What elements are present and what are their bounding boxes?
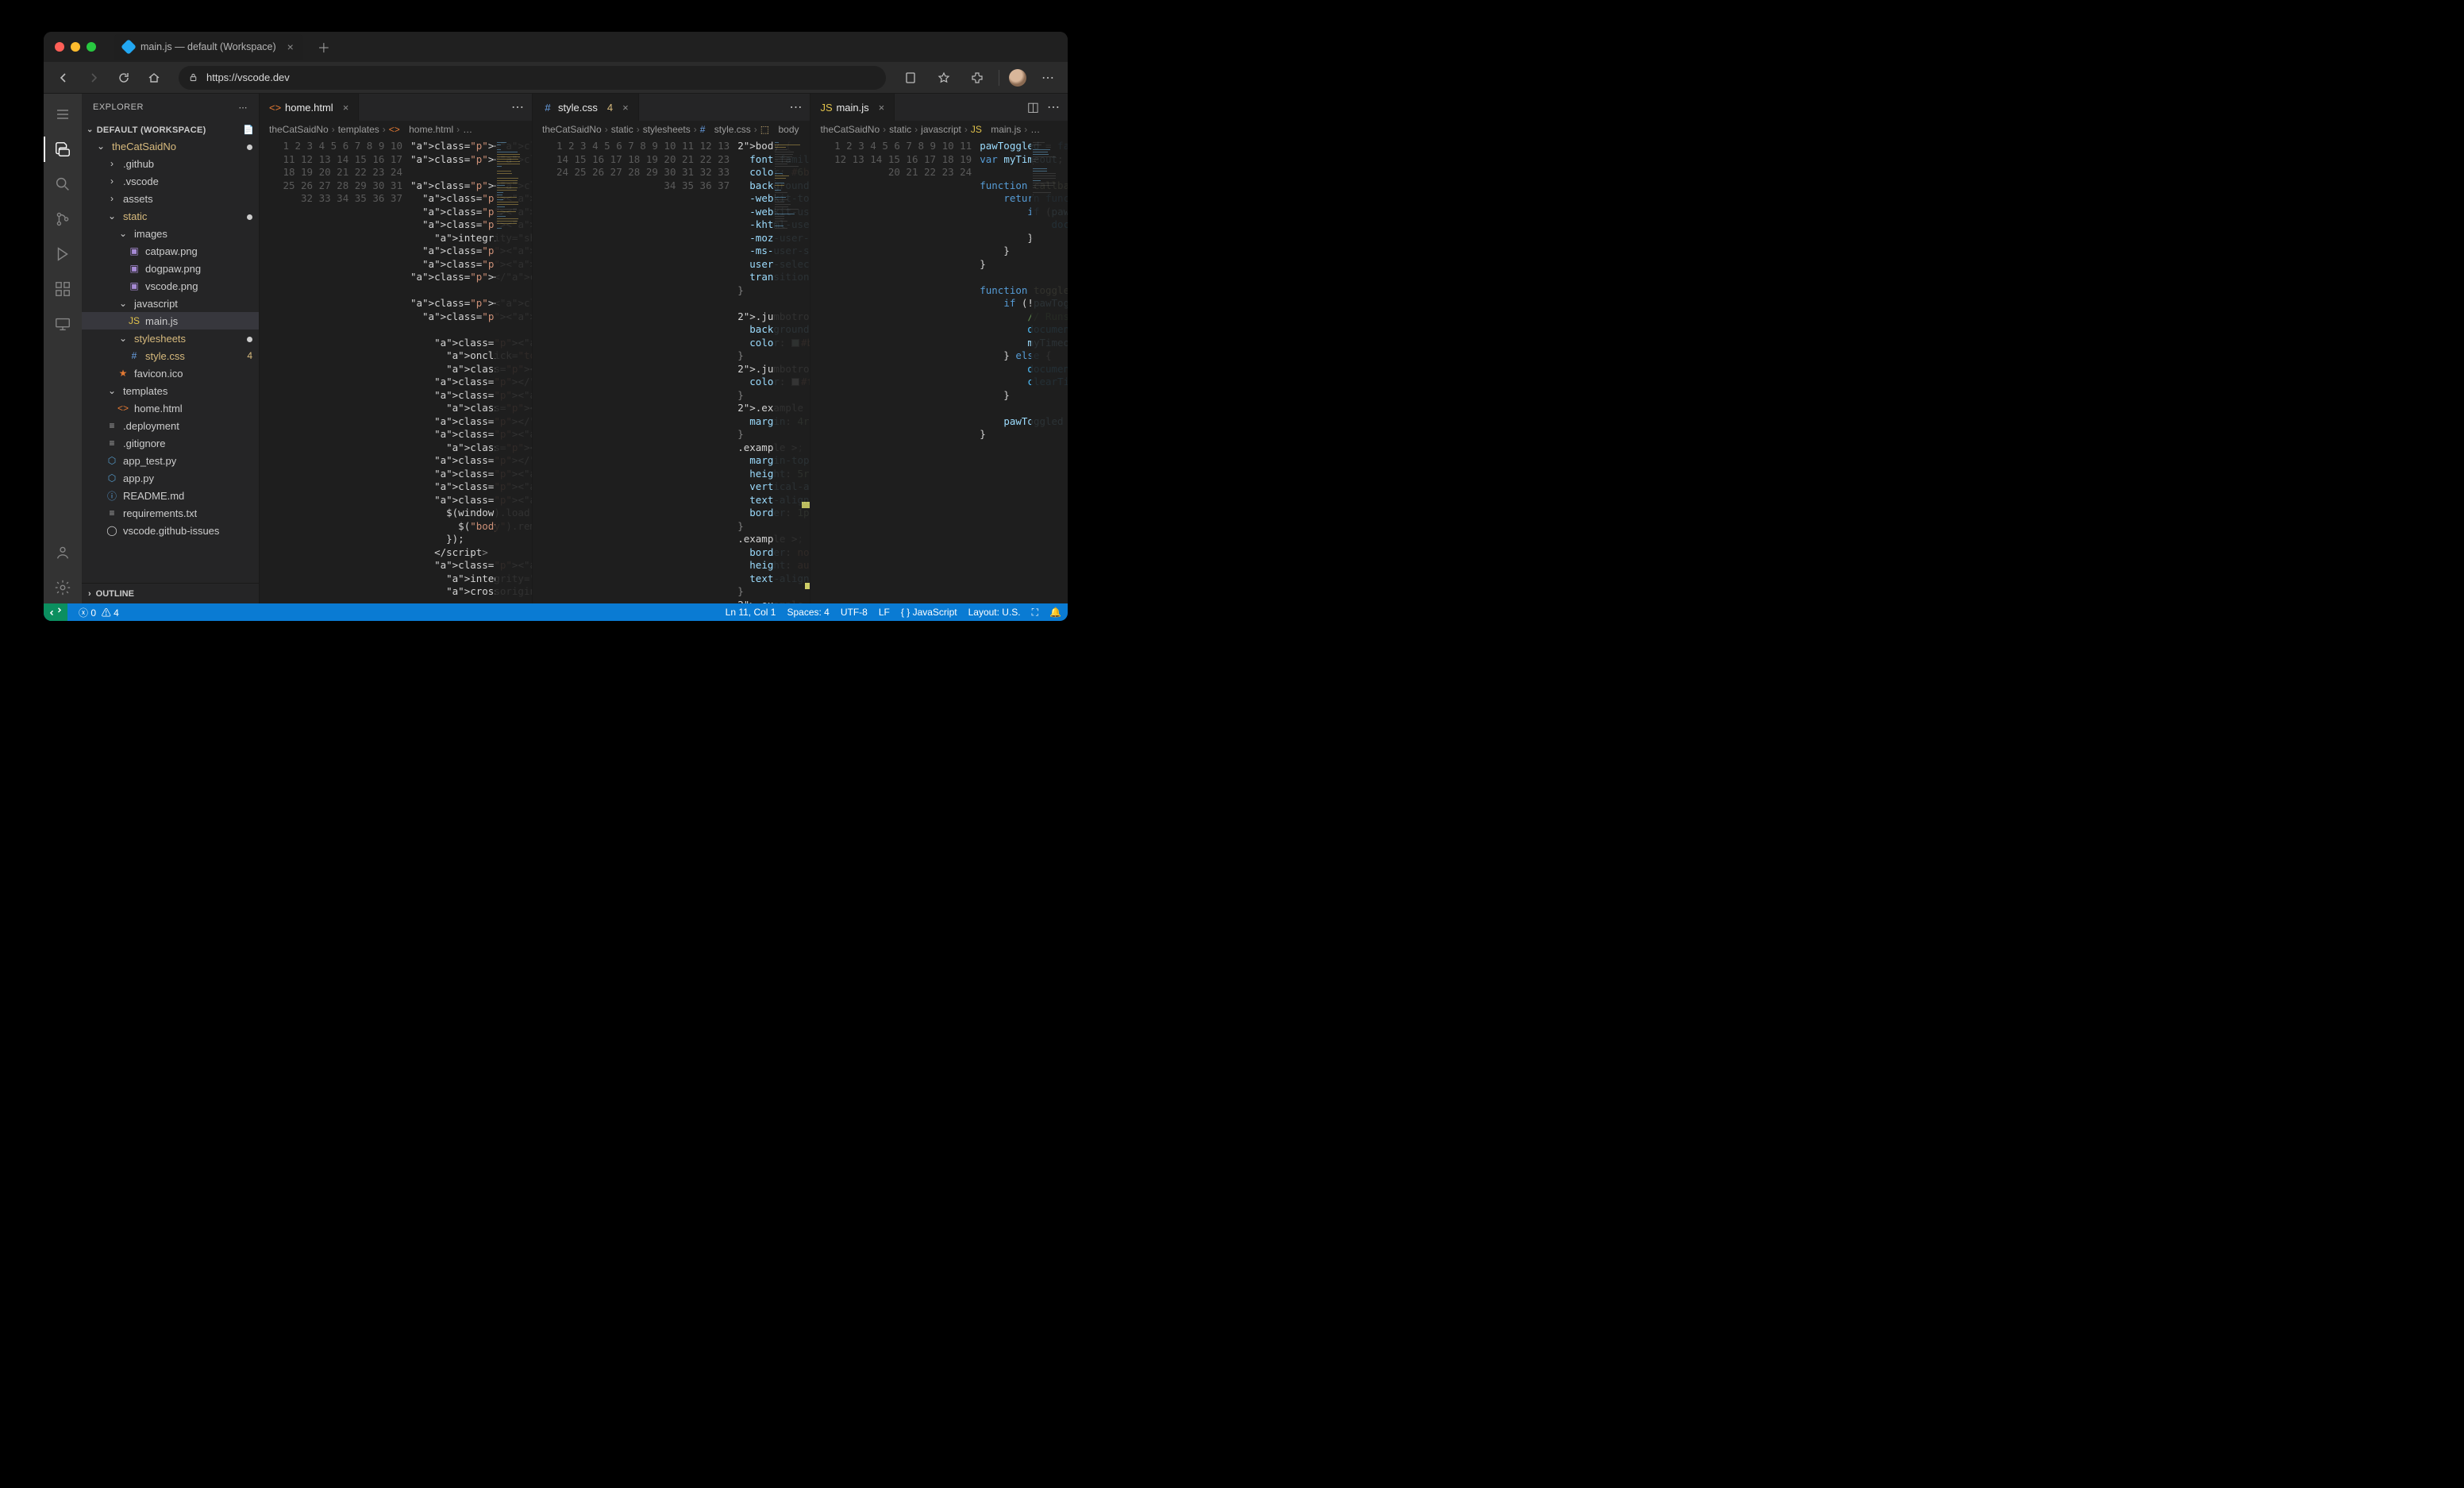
remote-explorer-icon[interactable]	[44, 308, 82, 340]
status-layout[interactable]: Layout: U.S.	[968, 607, 1021, 618]
favorite-icon[interactable]	[932, 66, 956, 90]
traffic-lights	[52, 42, 96, 52]
status-eol[interactable]: LF	[879, 607, 890, 618]
remote-indicator[interactable]	[44, 603, 67, 621]
warning-icon: ⚠	[102, 607, 111, 619]
minimap[interactable]	[773, 138, 810, 603]
editor-group-2: #style.css4× ⋯ theCatSaidNo› static› sty…	[533, 94, 810, 603]
editor-area: <>home.html× ⋯ theCatSaidNo› templates› …	[260, 94, 1068, 603]
file-readme[interactable]: ⓘREADME.md	[82, 487, 259, 504]
profile-avatar[interactable]	[1009, 69, 1026, 87]
status-bar: ⓧ 0 ⚠ 4 Ln 11, Col 1 Spaces: 4 UTF-8 LF …	[44, 603, 1068, 621]
status-problems[interactable]: ⓧ 0 ⚠ 4	[79, 606, 119, 619]
file-deployment[interactable]: ≡.deployment	[82, 417, 259, 434]
app-icon[interactable]	[899, 66, 922, 90]
group-more-icon[interactable]: ⋯	[1047, 99, 1060, 115]
workspace-header[interactable]: ⌄ DEFAULT (WORKSPACE) 📄	[82, 122, 259, 137]
explorer-icon[interactable]	[44, 133, 82, 165]
folder-vscode[interactable]: ›.vscode	[82, 172, 259, 190]
new-tab-button[interactable]: ＋	[318, 37, 330, 56]
home-button[interactable]	[142, 66, 166, 90]
window-titlebar: main.js — default (Workspace) × ＋	[44, 32, 1068, 62]
folder-github[interactable]: ›.github	[82, 155, 259, 172]
file-vscodepng[interactable]: ▣vscode.png	[82, 277, 259, 295]
file-dogpaw[interactable]: ▣dogpaw.png	[82, 260, 259, 277]
reload-button[interactable]	[112, 66, 136, 90]
file-requirements[interactable]: ≡requirements.txt	[82, 504, 259, 522]
tab-main-js[interactable]: JSmain.js×	[810, 94, 895, 121]
extensions-toolbar-icon[interactable]	[965, 66, 989, 90]
back-button[interactable]	[52, 66, 75, 90]
editor-group-3: JSmain.js× ◫ ⋯ theCatSaidNo› static› java…	[810, 94, 1068, 603]
folder-templates[interactable]: ⌄templates	[82, 382, 259, 399]
error-icon: ⓧ	[79, 607, 88, 619]
file-homehtml[interactable]: <>home.html	[82, 399, 259, 417]
lock-icon	[188, 72, 198, 83]
code-editor-2[interactable]: 1 2 3 4 5 6 7 8 9 10 11 12 13 14 15 16 1…	[533, 138, 810, 603]
group-more-icon[interactable]: ⋯	[511, 99, 524, 115]
run-debug-icon[interactable]	[44, 238, 82, 270]
status-lang[interactable]: { } JavaScript	[901, 607, 957, 618]
activity-bar	[44, 94, 82, 603]
breadcrumb[interactable]: theCatSaidNo› templates› <> home.html› …	[260, 121, 532, 138]
browser-toolbar: https://vscode.dev ⋯	[44, 62, 1068, 94]
forward-button[interactable]	[82, 66, 106, 90]
folder-assets[interactable]: ›assets	[82, 190, 259, 207]
editor-group-1: <>home.html× ⋯ theCatSaidNo› templates› …	[260, 94, 533, 603]
minimize-window[interactable]	[71, 42, 80, 52]
file-mainjs[interactable]: JSmain.js	[82, 312, 259, 330]
search-icon[interactable]	[44, 168, 82, 200]
status-cursor[interactable]: Ln 11, Col 1	[726, 607, 776, 618]
file-catpaw[interactable]: ▣catpaw.png	[82, 242, 259, 260]
sidebar-title: EXPLORER ⋯	[82, 94, 259, 121]
url-text: https://vscode.dev	[206, 71, 290, 83]
source-control-icon[interactable]	[44, 203, 82, 235]
breadcrumb[interactable]: theCatSaidNo› static› javascript› JS mai…	[810, 121, 1068, 138]
folder-root[interactable]: ⌄theCatSaidNo	[82, 137, 259, 155]
folder-javascript[interactable]: ⌄javascript	[82, 295, 259, 312]
toolbar-right: ⋯	[899, 66, 1060, 90]
explorer-sidebar: EXPLORER ⋯ ⌄ DEFAULT (WORKSPACE) 📄 ⌄theC…	[82, 94, 260, 603]
menu-icon[interactable]	[44, 98, 82, 130]
browser-tab[interactable]: main.js — default (Workspace) ×	[114, 34, 303, 60]
group-more-icon[interactable]: ⋯	[789, 99, 802, 115]
folder-stylesheets[interactable]: ⌄stylesheets	[82, 330, 259, 347]
status-spaces[interactable]: Spaces: 4	[787, 607, 829, 618]
minimap[interactable]	[1031, 138, 1068, 603]
settings-gear-icon[interactable]	[44, 572, 82, 603]
file-apppy[interactable]: ⬡app.py	[82, 469, 259, 487]
new-file-icon[interactable]: 📄	[243, 125, 254, 135]
file-stylecss[interactable]: #style.css4	[82, 347, 259, 364]
code-editor-1[interactable]: 1 2 3 4 5 6 7 8 9 10 11 12 13 14 15 16 1…	[260, 138, 532, 603]
file-apptest[interactable]: ⬡app_test.py	[82, 452, 259, 469]
status-encoding[interactable]: UTF-8	[841, 607, 868, 618]
feedback-icon[interactable]: ⛶	[1032, 607, 1038, 619]
split-editor-icon[interactable]: ◫	[1027, 99, 1039, 115]
code-editor-3[interactable]: 1 2 3 4 5 6 7 8 9 10 11 12 13 14 15 16 1…	[810, 138, 1068, 603]
close-window[interactable]	[55, 42, 64, 52]
overflow-icon[interactable]: ⋯	[1036, 66, 1060, 90]
outline-section[interactable]: ›OUTLINE	[82, 583, 259, 603]
account-icon[interactable]	[44, 537, 82, 569]
tab-home-html[interactable]: <>home.html×	[260, 94, 359, 121]
breadcrumb[interactable]: theCatSaidNo› static› stylesheets› # sty…	[533, 121, 810, 138]
file-favicon[interactable]: ★favicon.ico	[82, 364, 259, 382]
maximize-window[interactable]	[87, 42, 96, 52]
close-icon[interactable]: ×	[879, 102, 885, 114]
close-icon[interactable]: ×	[622, 102, 629, 114]
browser-tab-title: main.js — default (Workspace)	[141, 41, 276, 52]
sidebar-more-icon[interactable]: ⋯	[239, 102, 248, 113]
close-tab-icon[interactable]: ×	[287, 40, 294, 53]
tab-style-css[interactable]: #style.css4×	[533, 94, 639, 121]
file-gitignore[interactable]: ≡.gitignore	[82, 434, 259, 452]
minimap[interactable]	[495, 138, 532, 603]
folder-images[interactable]: ⌄images	[82, 225, 259, 242]
folder-static[interactable]: ⌄static	[82, 207, 259, 225]
vscode-icon	[121, 39, 137, 55]
file-ghissues[interactable]: ◯vscode.github-issues	[82, 522, 259, 539]
close-icon[interactable]: ×	[343, 102, 349, 114]
extensions-icon[interactable]	[44, 273, 82, 305]
bell-icon[interactable]: 🔔	[1049, 607, 1061, 618]
address-bar[interactable]: https://vscode.dev	[179, 66, 886, 90]
